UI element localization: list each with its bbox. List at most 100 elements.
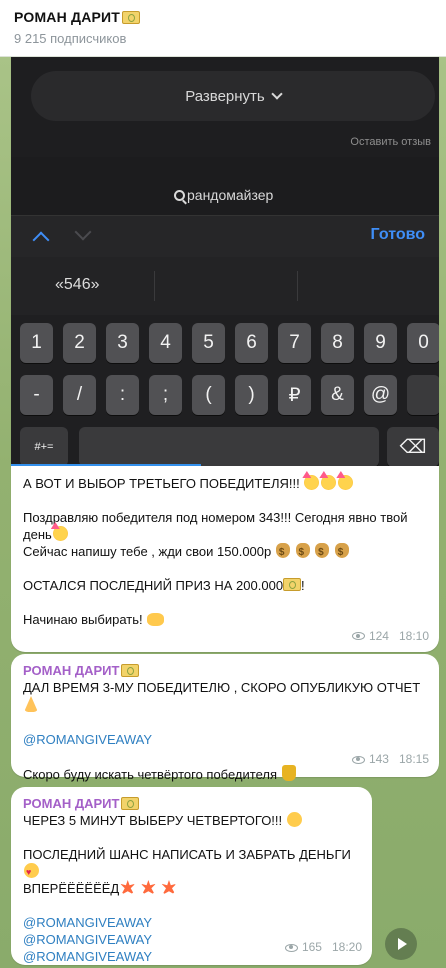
- key: 4: [149, 323, 182, 363]
- key: /: [63, 375, 96, 415]
- subscriber-count: 9 215 подписчиков: [14, 31, 127, 46]
- sender-label: РОМАН ДАРИТ: [23, 663, 120, 678]
- key: 7: [278, 323, 311, 363]
- message[interactable]: РОМАН ДАРИТ ЧЕРЕЗ 5 МИНУТ ВЫБЕРУ ЧЕТВЕРТ…: [11, 787, 372, 965]
- pray-icon: [24, 696, 38, 712]
- randomizer-search: рандомайзер: [174, 187, 273, 203]
- message-line: Сейчас напишу тебе , жди свои 150.000р: [23, 544, 272, 559]
- key: 3: [106, 323, 139, 363]
- key: 2: [63, 323, 96, 363]
- eye-icon: [351, 755, 365, 764]
- randomizer-label: рандомайзер: [187, 187, 274, 203]
- symbols-key: #+=: [20, 427, 68, 466]
- message-with-photo[interactable]: Развернуть Оставить отзыв рандомайзер Го…: [11, 57, 439, 652]
- mention-link[interactable]: @ROMANGIVEAWAY: [23, 732, 152, 747]
- mention-link[interactable]: @ROMANGIVEAWAY: [23, 932, 152, 947]
- money-icon: [122, 10, 141, 24]
- party-face-icon: [52, 526, 68, 541]
- message-meta: 124 18:10: [351, 629, 429, 643]
- money-icon: [121, 664, 140, 677]
- key: @: [364, 375, 397, 415]
- sender-label: РОМАН ДАРИТ: [23, 796, 120, 811]
- suggestion-text: «546»: [55, 276, 100, 293]
- sender-name[interactable]: РОМАН ДАРИТ: [23, 662, 427, 679]
- money-icon: [121, 797, 140, 810]
- key: -: [20, 375, 53, 415]
- view-count: 124: [368, 629, 389, 643]
- backspace-icon: ⌫: [387, 427, 439, 466]
- money-bag-icon: [334, 543, 349, 561]
- collision-icon: [161, 880, 177, 895]
- key-row-symbols: - / : ; ( ) ₽ & @: [11, 375, 439, 415]
- message-line: ОСТАЛСЯ ПОСЛЕДНИЙ ПРИЗ НА 200.000: [23, 578, 284, 593]
- message-line: Начинаю выбирать!: [23, 612, 143, 627]
- message-meta: 143 18:15: [351, 751, 429, 768]
- mention-link[interactable]: @ROMANGIVEAWAY: [23, 915, 152, 930]
- grinning-face-icon: [286, 812, 302, 827]
- progress-bar: [11, 464, 201, 466]
- money-bag-icon: [275, 543, 290, 561]
- expand-label: Развернуть: [185, 87, 265, 105]
- key: (: [192, 375, 225, 415]
- chevron-down-icon: [271, 88, 283, 100]
- message-line: ДАЛ ВРЕМЯ 3-МУ ПОБЕДИТЕЛЮ , СКОРО ОПУБЛИ…: [23, 680, 421, 695]
- trophy-icon: [281, 765, 296, 781]
- done-button: Готово: [370, 226, 425, 243]
- share-arrow-icon: [398, 938, 407, 950]
- suggestion-divider: [297, 271, 298, 301]
- key: ₽: [278, 375, 311, 415]
- collision-icon: [140, 880, 156, 895]
- suggestion-divider: [154, 271, 155, 301]
- channel-name: РОМАН ДАРИТ: [14, 9, 121, 25]
- view-count: 165: [301, 940, 322, 954]
- key: 0: [407, 323, 439, 363]
- key: 6: [235, 323, 268, 363]
- key: &: [321, 375, 354, 415]
- search-icon: [174, 189, 185, 201]
- message-time: 18:15: [398, 752, 429, 766]
- message-text: А ВОТ И ВЫБОР ТРЕТЬЕГО ПОБЕДИТЕЛЯ!!! Поз…: [11, 466, 439, 628]
- message-line: ВПЕРЁЁЁЁЁЁД: [23, 881, 120, 896]
- money-icon: [283, 578, 302, 591]
- message[interactable]: РОМАН ДАРИТ ДАЛ ВРЕМЯ 3-МУ ПОБЕДИТЕЛЮ , …: [11, 654, 439, 782]
- mention-link[interactable]: @ROMANGIVEAWAY: [23, 949, 152, 964]
- expand-button: Развернуть: [31, 71, 435, 121]
- leave-review-link: Оставить отзыв: [350, 136, 431, 148]
- money-bag-icon: [295, 543, 310, 561]
- keyboard-suggestions: «546»: [11, 257, 439, 315]
- key-blank: [407, 375, 439, 415]
- heart-eyes-icon: [24, 863, 39, 881]
- message-line: ЧЕРЕЗ 5 МИНУТ ВЫБЕРУ ЧЕТВЕРТОГО!!!: [23, 813, 283, 828]
- key: 9: [364, 323, 397, 363]
- key-row-bottom: #+= ⌫: [11, 427, 439, 466]
- message-time: 18:10: [398, 629, 429, 643]
- key-blank: [79, 427, 379, 466]
- key: 5: [192, 323, 225, 363]
- channel-header[interactable]: РОМАН ДАРИТ 9 215 подписчиков: [0, 0, 446, 57]
- party-face-icon: [304, 475, 320, 490]
- message-line: ПОСЛЕДНИЙ ШАНС НАПИСАТЬ И ЗАБРАТЬ ДЕНЬГИ: [23, 847, 351, 862]
- message-meta: 165 18:20: [284, 939, 362, 956]
- key: ): [235, 375, 268, 415]
- eye-icon: [351, 632, 365, 640]
- photo-attachment[interactable]: Развернуть Оставить отзыв рандомайзер Го…: [11, 57, 439, 466]
- key: ;: [149, 375, 182, 415]
- chevron-up-icon: [32, 231, 50, 249]
- money-bag-icon: [315, 543, 330, 561]
- eye-icon: [284, 943, 298, 952]
- message-line: Скоро буду искать четвёртого победителя: [23, 767, 278, 782]
- message-line: Поздравляю победителя под номером 343!!!…: [23, 510, 408, 542]
- message-line: А ВОТ И ВЫБОР ТРЕТЬЕГО ПОБЕДИТЕЛЯ!!!: [23, 476, 300, 491]
- party-face-icon: [338, 475, 354, 490]
- key: :: [106, 375, 139, 415]
- key: 1: [20, 323, 53, 363]
- raising-hands-icon: [147, 613, 165, 626]
- collision-icon: [120, 880, 136, 895]
- channel-title: РОМАН ДАРИТ: [14, 9, 446, 25]
- sender-name[interactable]: РОМАН ДАРИТ: [23, 795, 360, 812]
- view-count: 143: [368, 752, 389, 766]
- chevron-down-icon: [74, 223, 92, 241]
- keyboard-toolbar: Готово: [11, 215, 439, 257]
- message-time: 18:20: [331, 940, 362, 954]
- share-button[interactable]: [385, 928, 417, 960]
